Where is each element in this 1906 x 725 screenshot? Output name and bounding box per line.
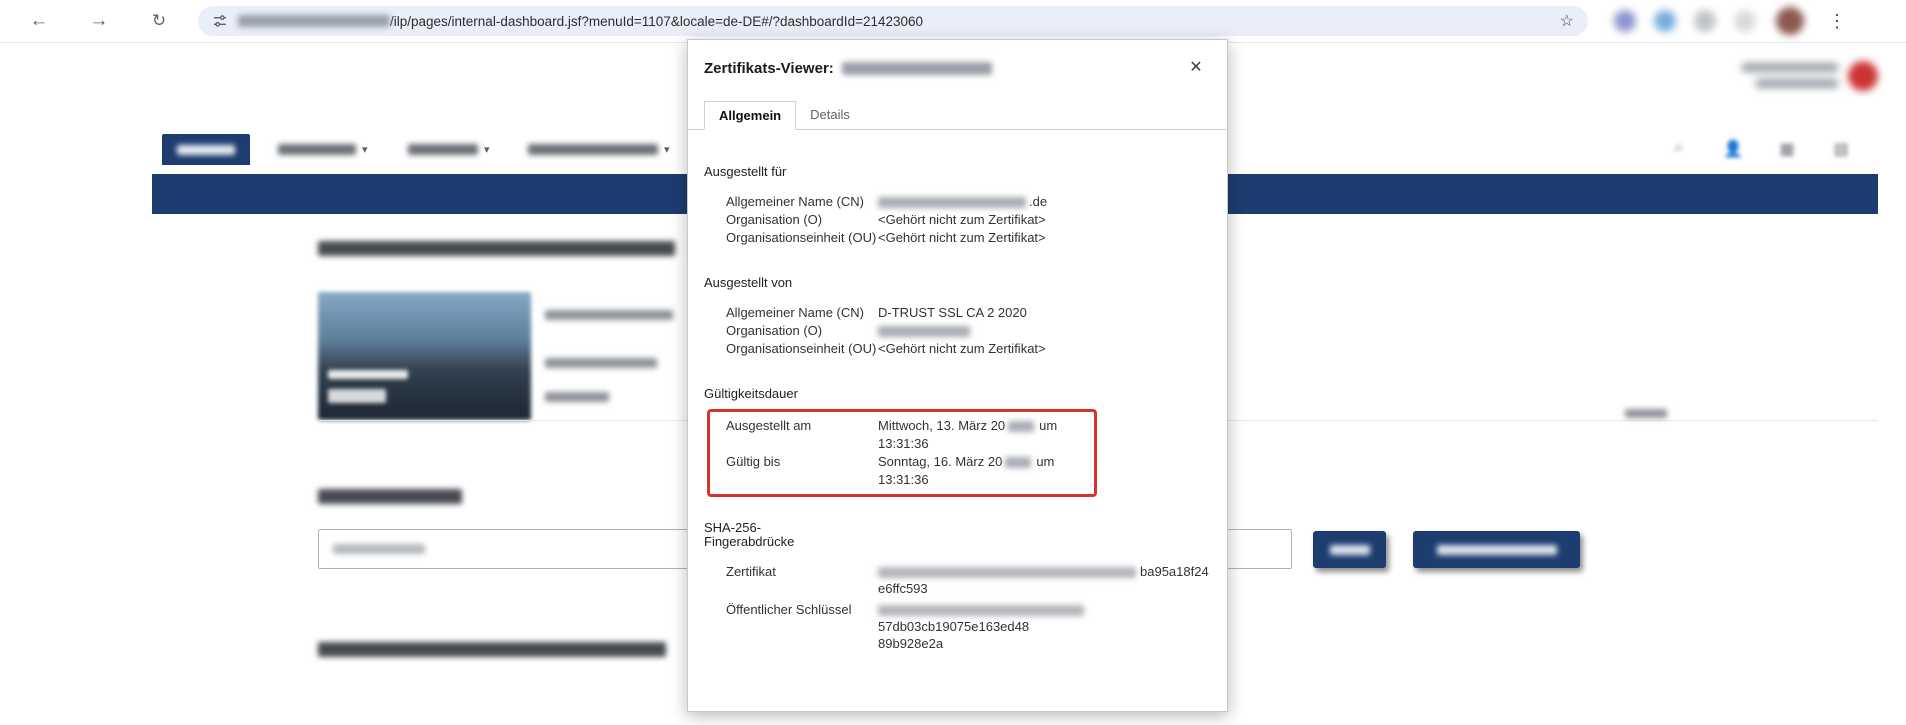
- extension-icon-4[interactable]: [1734, 10, 1756, 32]
- cn-label: Allgemeiner Name (CN): [726, 193, 878, 211]
- cert-fingerprint-value: ba95a18f24 e6ffc593: [878, 563, 1211, 597]
- validity-heading: Gültigkeitsdauer: [704, 386, 1211, 401]
- search-icon[interactable]: ⌕: [1668, 139, 1690, 161]
- extension-icons: [1614, 10, 1756, 32]
- redacted-hostname: [842, 62, 992, 75]
- ou-label: Organisationseinheit (OU): [726, 229, 878, 247]
- news-thumbnail-image[interactable]: [318, 292, 531, 420]
- search-button[interactable]: [1313, 531, 1386, 568]
- validity-highlight-box: Ausgestellt am Mittwoch, 13. März 20um 1…: [707, 409, 1097, 497]
- issued-by-cn-row: Allgemeiner Name (CN) D-TRUST SSL CA 2 2…: [726, 304, 1211, 322]
- certificate-viewer-dialog: Zertifikats-Viewer: ✕ Allgemein Details …: [687, 39, 1228, 712]
- valid-until-row: Gültig bis Sonntag, 16. März 20um 13:31:…: [726, 453, 1094, 489]
- ou-label: Organisationseinheit (OU): [726, 340, 878, 358]
- dialog-content: Ausgestellt für Allgemeiner Name (CN) .d…: [688, 130, 1227, 711]
- tab-allgemein[interactable]: Allgemein: [704, 101, 796, 130]
- fingerprints-section: SHA-256- Fingerabdrücke Zertifikat ba95a…: [704, 521, 1211, 652]
- reload-icon: ↻: [152, 11, 166, 31]
- issued-by-o-row: Organisation (O): [726, 322, 1211, 340]
- forward-icon: →: [90, 10, 109, 32]
- redacted-hash: [878, 605, 1084, 616]
- grid-icon[interactable]: ▦: [1776, 139, 1798, 161]
- issued-to-heading: Ausgestellt für: [704, 164, 1211, 179]
- user-icon[interactable]: 👤: [1722, 139, 1744, 161]
- omnibox-url-bar[interactable]: /ilp/pages/internal-dashboard.jsf?menuId…: [198, 6, 1588, 36]
- redacted-year: [1005, 457, 1031, 468]
- redacted-year: [1008, 421, 1034, 432]
- pubkey-fingerprint-value: 57db03cb19075e163ed48 89b928e2a: [878, 601, 1211, 652]
- cn-label: Allgemeiner Name (CN): [726, 304, 878, 322]
- o-label: Organisation (O): [726, 211, 878, 229]
- extension-icon-2[interactable]: [1654, 10, 1676, 32]
- issued-by-ou-row: Organisationseinheit (OU) <Gehört nicht …: [726, 340, 1211, 358]
- close-button[interactable]: ✕: [1185, 57, 1207, 79]
- validity-section: Gültigkeitsdauer Ausgestellt am Mittwoch…: [704, 386, 1211, 497]
- ou-value: <Gehört nicht zum Zertifikat>: [878, 229, 1211, 247]
- redacted-cn: [878, 197, 1026, 208]
- cn-value: D-TRUST SSL CA 2 2020: [878, 304, 1211, 322]
- cert-fingerprint-row: Zertifikat ba95a18f24 e6ffc593: [726, 563, 1211, 597]
- chevron-down-icon: ▾: [484, 143, 490, 156]
- nav-tab-2[interactable]: ▾: [278, 141, 368, 157]
- section-heading-1: [318, 241, 675, 256]
- extension-icon-3[interactable]: [1694, 10, 1716, 32]
- pubkey-fingerprint-row: Öffentlicher Schlüssel 57db03cb19075e163…: [726, 601, 1211, 652]
- nav-tab-3[interactable]: ▾: [408, 141, 490, 157]
- forward-button[interactable]: →: [82, 4, 116, 38]
- issued-on-row: Ausgestellt am Mittwoch, 13. März 20um 1…: [726, 417, 1094, 453]
- issued-on-value: Mittwoch, 13. März 20um 13:31:36: [878, 417, 1094, 453]
- bookmark-star-icon[interactable]: ☆: [1560, 11, 1574, 31]
- o-value: <Gehört nicht zum Zertifikat>: [878, 211, 1211, 229]
- o-value-redacted: [878, 322, 1211, 340]
- news-text-line-1: [545, 310, 673, 320]
- issued-to-section: Ausgestellt für Allgemeiner Name (CN) .d…: [704, 164, 1211, 247]
- valid-until-label: Gültig bis: [726, 453, 878, 489]
- cn-value: .de: [878, 193, 1211, 211]
- news-text-line-2: [545, 358, 657, 368]
- extension-icon-1[interactable]: [1614, 10, 1636, 32]
- issued-by-section: Ausgestellt von Allgemeiner Name (CN) D-…: [704, 275, 1211, 358]
- url-path-text: /ilp/pages/internal-dashboard.jsf?menuId…: [390, 14, 923, 29]
- chevron-down-icon: ▾: [362, 143, 368, 156]
- pubkey-fingerprint-label: Öffentlicher Schlüssel: [726, 601, 878, 652]
- advanced-search-button[interactable]: [1413, 531, 1580, 568]
- dialog-title-text: Zertifikats-Viewer:: [704, 60, 834, 77]
- search-placeholder: [333, 544, 425, 554]
- news-text-line-3: [545, 392, 609, 402]
- back-icon: ←: [30, 10, 49, 32]
- more-link[interactable]: [1625, 409, 1667, 418]
- fingerprints-heading: SHA-256- Fingerabdrücke: [704, 521, 1211, 549]
- issued-by-heading: Ausgestellt von: [704, 275, 1211, 290]
- ou-value: <Gehört nicht zum Zertifikat>: [878, 340, 1211, 358]
- tab-details[interactable]: Details: [796, 101, 864, 130]
- issued-to-cn-row: Allgemeiner Name (CN) .de: [726, 193, 1211, 211]
- issued-to-o-row: Organisation (O) <Gehört nicht zum Zerti…: [726, 211, 1211, 229]
- browser-toolbar: ← → ↻ /ilp/pages/internal-dashboard.jsf?…: [0, 0, 1906, 43]
- section-heading-3: [318, 642, 666, 657]
- back-button[interactable]: ←: [22, 4, 56, 38]
- dialog-title: Zertifikats-Viewer:: [704, 60, 992, 77]
- bell-icon[interactable]: ▧: [1830, 139, 1852, 161]
- redacted-organisation: [878, 326, 970, 337]
- redacted-hash: [878, 567, 1136, 578]
- valid-until-value: Sonntag, 16. März 20um 13:31:36: [878, 453, 1094, 489]
- section-heading-2: [318, 489, 462, 504]
- cert-fingerprint-label: Zertifikat: [726, 563, 878, 597]
- nav-tab-4[interactable]: ▾: [528, 141, 670, 157]
- browser-menu-button[interactable]: ⋮: [1822, 11, 1852, 32]
- nav-tab-active[interactable]: [162, 134, 250, 165]
- site-info-icon[interactable]: [212, 13, 228, 29]
- issued-on-label: Ausgestellt am: [726, 417, 878, 453]
- reload-button[interactable]: ↻: [142, 4, 176, 38]
- o-label: Organisation (O): [726, 322, 878, 340]
- issued-to-ou-row: Organisationseinheit (OU) <Gehört nicht …: [726, 229, 1211, 247]
- chevron-down-icon: ▾: [664, 143, 670, 156]
- dialog-tabbar: Allgemein Details: [688, 101, 1227, 130]
- site-logo: [1742, 57, 1882, 97]
- profile-avatar[interactable]: [1776, 7, 1804, 35]
- redacted-domain: [238, 15, 390, 27]
